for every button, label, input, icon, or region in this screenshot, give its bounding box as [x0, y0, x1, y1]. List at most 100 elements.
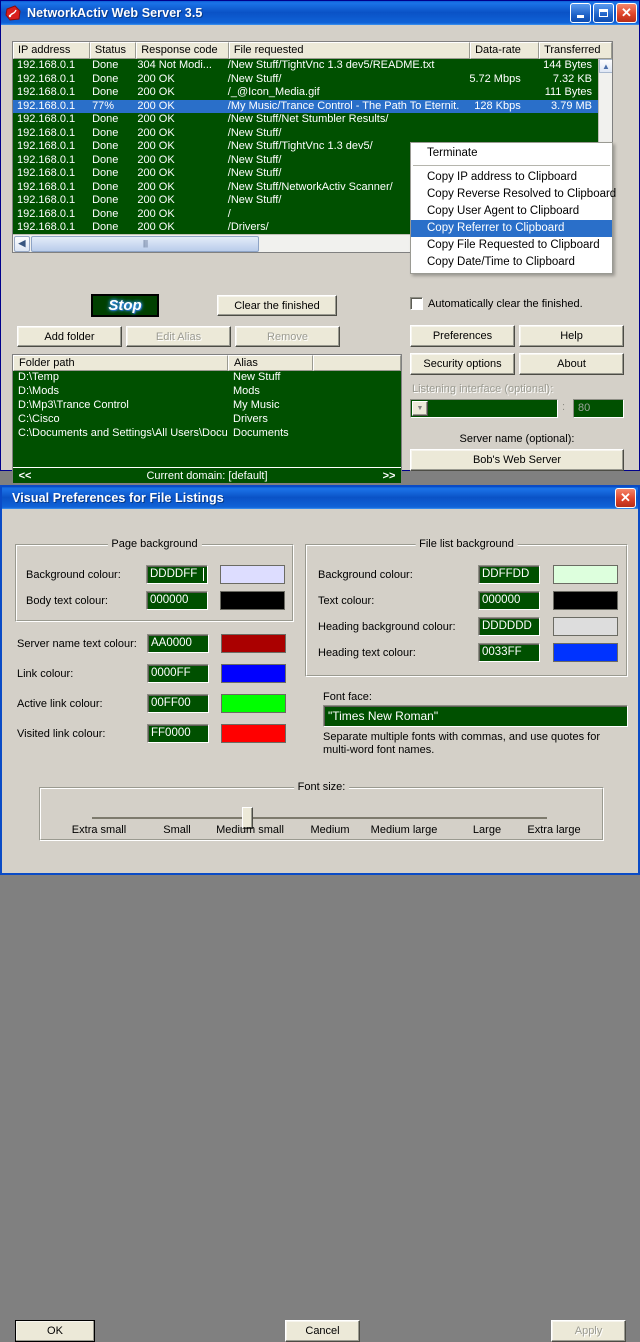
- table-row[interactable]: 192.168.0.1 Done 200 OK/New Stuff/: [13, 127, 598, 141]
- edit-alias-button[interactable]: Edit Alias: [126, 326, 231, 347]
- scroll-up-icon[interactable]: ▲: [599, 59, 612, 73]
- column-header-ip-address[interactable]: IP address: [13, 42, 90, 59]
- column-header-transferred[interactable]: Transferred: [539, 42, 612, 59]
- column-header-status[interactable]: Status: [89, 42, 137, 59]
- menu-item-terminate[interactable]: Terminate: [411, 145, 612, 162]
- cell-rate: [459, 59, 526, 73]
- folder-row[interactable]: D:\Mp3\Trance Control My Music: [13, 399, 401, 413]
- folder-row[interactable]: D:\Mods Mods: [13, 385, 401, 399]
- auto-clear-checkbox-row[interactable]: Automatically clear the finished.: [410, 297, 583, 310]
- shared-folders-list[interactable]: Folder path Alias D:\Temp New Stuff D:\Mods…: [12, 354, 402, 484]
- stop-button[interactable]: Stop: [91, 294, 159, 317]
- cancel-button[interactable]: Cancel: [285, 1320, 360, 1342]
- folder-column-header-alias[interactable]: Alias: [228, 355, 313, 371]
- port-input[interactable]: 80: [573, 399, 624, 418]
- font-face-input[interactable]: "Times New Roman": [323, 705, 628, 727]
- colour-field-label: Background colour:: [26, 568, 121, 581]
- menu-item-copy-referrer-to-clipboard[interactable]: Copy Referrer to Clipboard: [411, 220, 612, 237]
- colour-swatch[interactable]: [221, 634, 286, 653]
- font-size-option-medium-large[interactable]: Medium large: [359, 824, 449, 836]
- table-row[interactable]: 192.168.0.1 Done 200 OK/New Stuff/Net Stum…: [13, 113, 598, 127]
- colour-hex-input[interactable]: 000000: [146, 591, 208, 610]
- scroll-left-icon[interactable]: ◀: [14, 235, 30, 252]
- folders-rows[interactable]: D:\Temp New Stuff D:\Mods Mods D:\Mp3\Trance…: [13, 371, 401, 441]
- menu-item-copy-date-time-to-clipboard[interactable]: Copy Date/Time to Clipboard: [411, 254, 612, 271]
- about-button[interactable]: About: [519, 353, 624, 375]
- chevron-down-icon[interactable]: ▼: [412, 401, 428, 416]
- font-size-option-extra-large[interactable]: Extra large: [509, 824, 599, 836]
- listening-interface-label: Listening interface (optional):: [412, 383, 554, 395]
- apply-button[interactable]: Apply: [551, 1320, 626, 1342]
- folder-row[interactable]: C:\Cisco Drivers: [13, 413, 401, 427]
- folder-row[interactable]: C:\Documents and Settings\All Users\Docu…: [13, 427, 401, 441]
- maximize-button[interactable]: [593, 3, 614, 23]
- remove-button[interactable]: Remove: [235, 326, 340, 347]
- colour-hex-input[interactable]: 00FF00: [147, 694, 209, 713]
- cell-code: 200 OK: [137, 207, 175, 220]
- colour-hex-input[interactable]: 0033FF: [478, 643, 540, 662]
- listening-interface-combo[interactable]: ▼: [410, 399, 558, 418]
- cell-status: Done: [92, 113, 119, 125]
- menu-item-copy-file-requested-to-clipboard[interactable]: Copy File Requested to Clipboard: [411, 237, 612, 254]
- colour-swatch[interactable]: [553, 643, 618, 662]
- colour-hex-input[interactable]: AA0000: [147, 634, 209, 653]
- colour-hex-input[interactable]: DDFFDD: [478, 565, 540, 584]
- security-options-button[interactable]: Security options: [410, 353, 515, 375]
- table-row[interactable]: 192.168.0.1 Done 200 OK /_@Icon_Media.gif 11…: [13, 86, 598, 100]
- main-titlebar: NetworkActiv Web Server 3.5 ✕: [1, 1, 639, 25]
- preferences-button[interactable]: Preferences: [410, 325, 515, 347]
- help-button[interactable]: Help: [519, 325, 624, 347]
- menu-item-copy-ip-address-to-clipboard[interactable]: Copy IP address to Clipboard: [411, 169, 612, 186]
- font-size-option-extra-small[interactable]: Extra small: [54, 824, 144, 836]
- colour-field-row: Active link colour: 00FF00: [17, 694, 286, 713]
- ok-button[interactable]: OK: [15, 1320, 95, 1342]
- folder-column-header-folder-path[interactable]: Folder path: [13, 355, 228, 371]
- menu-item-copy-reverse-resolved-to-clipboard[interactable]: Copy Reverse Resolved to Clipboard: [411, 186, 616, 203]
- folder-row[interactable]: D:\Temp New Stuff: [13, 371, 401, 385]
- hscroll-thumb[interactable]: ||||: [31, 235, 259, 252]
- colour-hex-input[interactable]: FF0000: [147, 724, 209, 743]
- connection-context-menu[interactable]: Terminate Copy IP address to Clipboard Cop…: [410, 142, 616, 274]
- colour-swatch[interactable]: [553, 617, 618, 636]
- column-header-data-rate[interactable]: Data-rate: [470, 42, 540, 59]
- add-folder-button[interactable]: Add folder: [17, 326, 122, 347]
- close-icon[interactable]: ✕: [615, 488, 636, 508]
- colour-hex-input[interactable]: DDDDDD: [478, 617, 540, 636]
- auto-clear-checkbox[interactable]: [410, 297, 423, 310]
- domain-next-icon[interactable]: >>: [377, 470, 401, 482]
- font-size-slider-track[interactable]: [92, 817, 547, 819]
- cell-code: 200 OK: [137, 113, 175, 125]
- folder-column-header-blank[interactable]: [313, 355, 401, 371]
- cell-code: 200 OK: [137, 153, 175, 166]
- table-row[interactable]: 192.168.0.1 Done 304 Not Modi... /New Stuff…: [13, 59, 598, 73]
- cell-code: 200 OK: [137, 86, 175, 98]
- cell-code: 304 Not Modi...: [137, 59, 212, 71]
- colour-swatch[interactable]: [221, 694, 286, 713]
- clear-finished-button[interactable]: Clear the finished: [217, 295, 337, 316]
- cell-ip: 192.168.0.1: [17, 72, 76, 85]
- cell-status: Done: [92, 86, 119, 98]
- clear-finished-label: Clear the finished: [234, 299, 320, 312]
- colour-swatch[interactable]: [220, 565, 285, 584]
- menu-item-copy-user-agent-to-clipboard[interactable]: Copy User Agent to Clipboard: [411, 203, 612, 220]
- column-header-file-requested[interactable]: File requested: [228, 42, 471, 59]
- column-header-response-code[interactable]: Response code: [136, 42, 229, 59]
- domain-prev-icon[interactable]: <<: [13, 470, 37, 482]
- colour-field-label: Heading background colour:: [318, 620, 456, 633]
- table-row[interactable]: 192.168.0.1 Done 200 OK/New Stuff/5.72 Mbp…: [13, 73, 598, 87]
- server-name-input[interactable]: Bob's Web Server: [410, 449, 624, 471]
- colour-hex-input[interactable]: DDDDFF: [146, 565, 208, 584]
- colour-swatch[interactable]: [221, 664, 286, 683]
- colour-hex-input[interactable]: 000000: [478, 591, 540, 610]
- colour-swatch[interactable]: [221, 724, 286, 743]
- colour-swatch[interactable]: [220, 591, 285, 610]
- colour-hex-input[interactable]: 0000FF: [147, 664, 209, 683]
- colour-swatch[interactable]: [553, 591, 618, 610]
- close-icon[interactable]: ✕: [616, 3, 637, 23]
- window-controls: ✕: [570, 3, 637, 23]
- minimize-button[interactable]: [570, 3, 591, 23]
- colour-swatch[interactable]: [553, 565, 618, 584]
- current-domain-bar[interactable]: << Current domain: [default] >>: [13, 467, 401, 483]
- font-size-option-medium-small[interactable]: Medium small: [205, 824, 295, 836]
- table-row[interactable]: 192.168.0.1 77% 200 OK/My Music/Trance Con…: [13, 99, 598, 113]
